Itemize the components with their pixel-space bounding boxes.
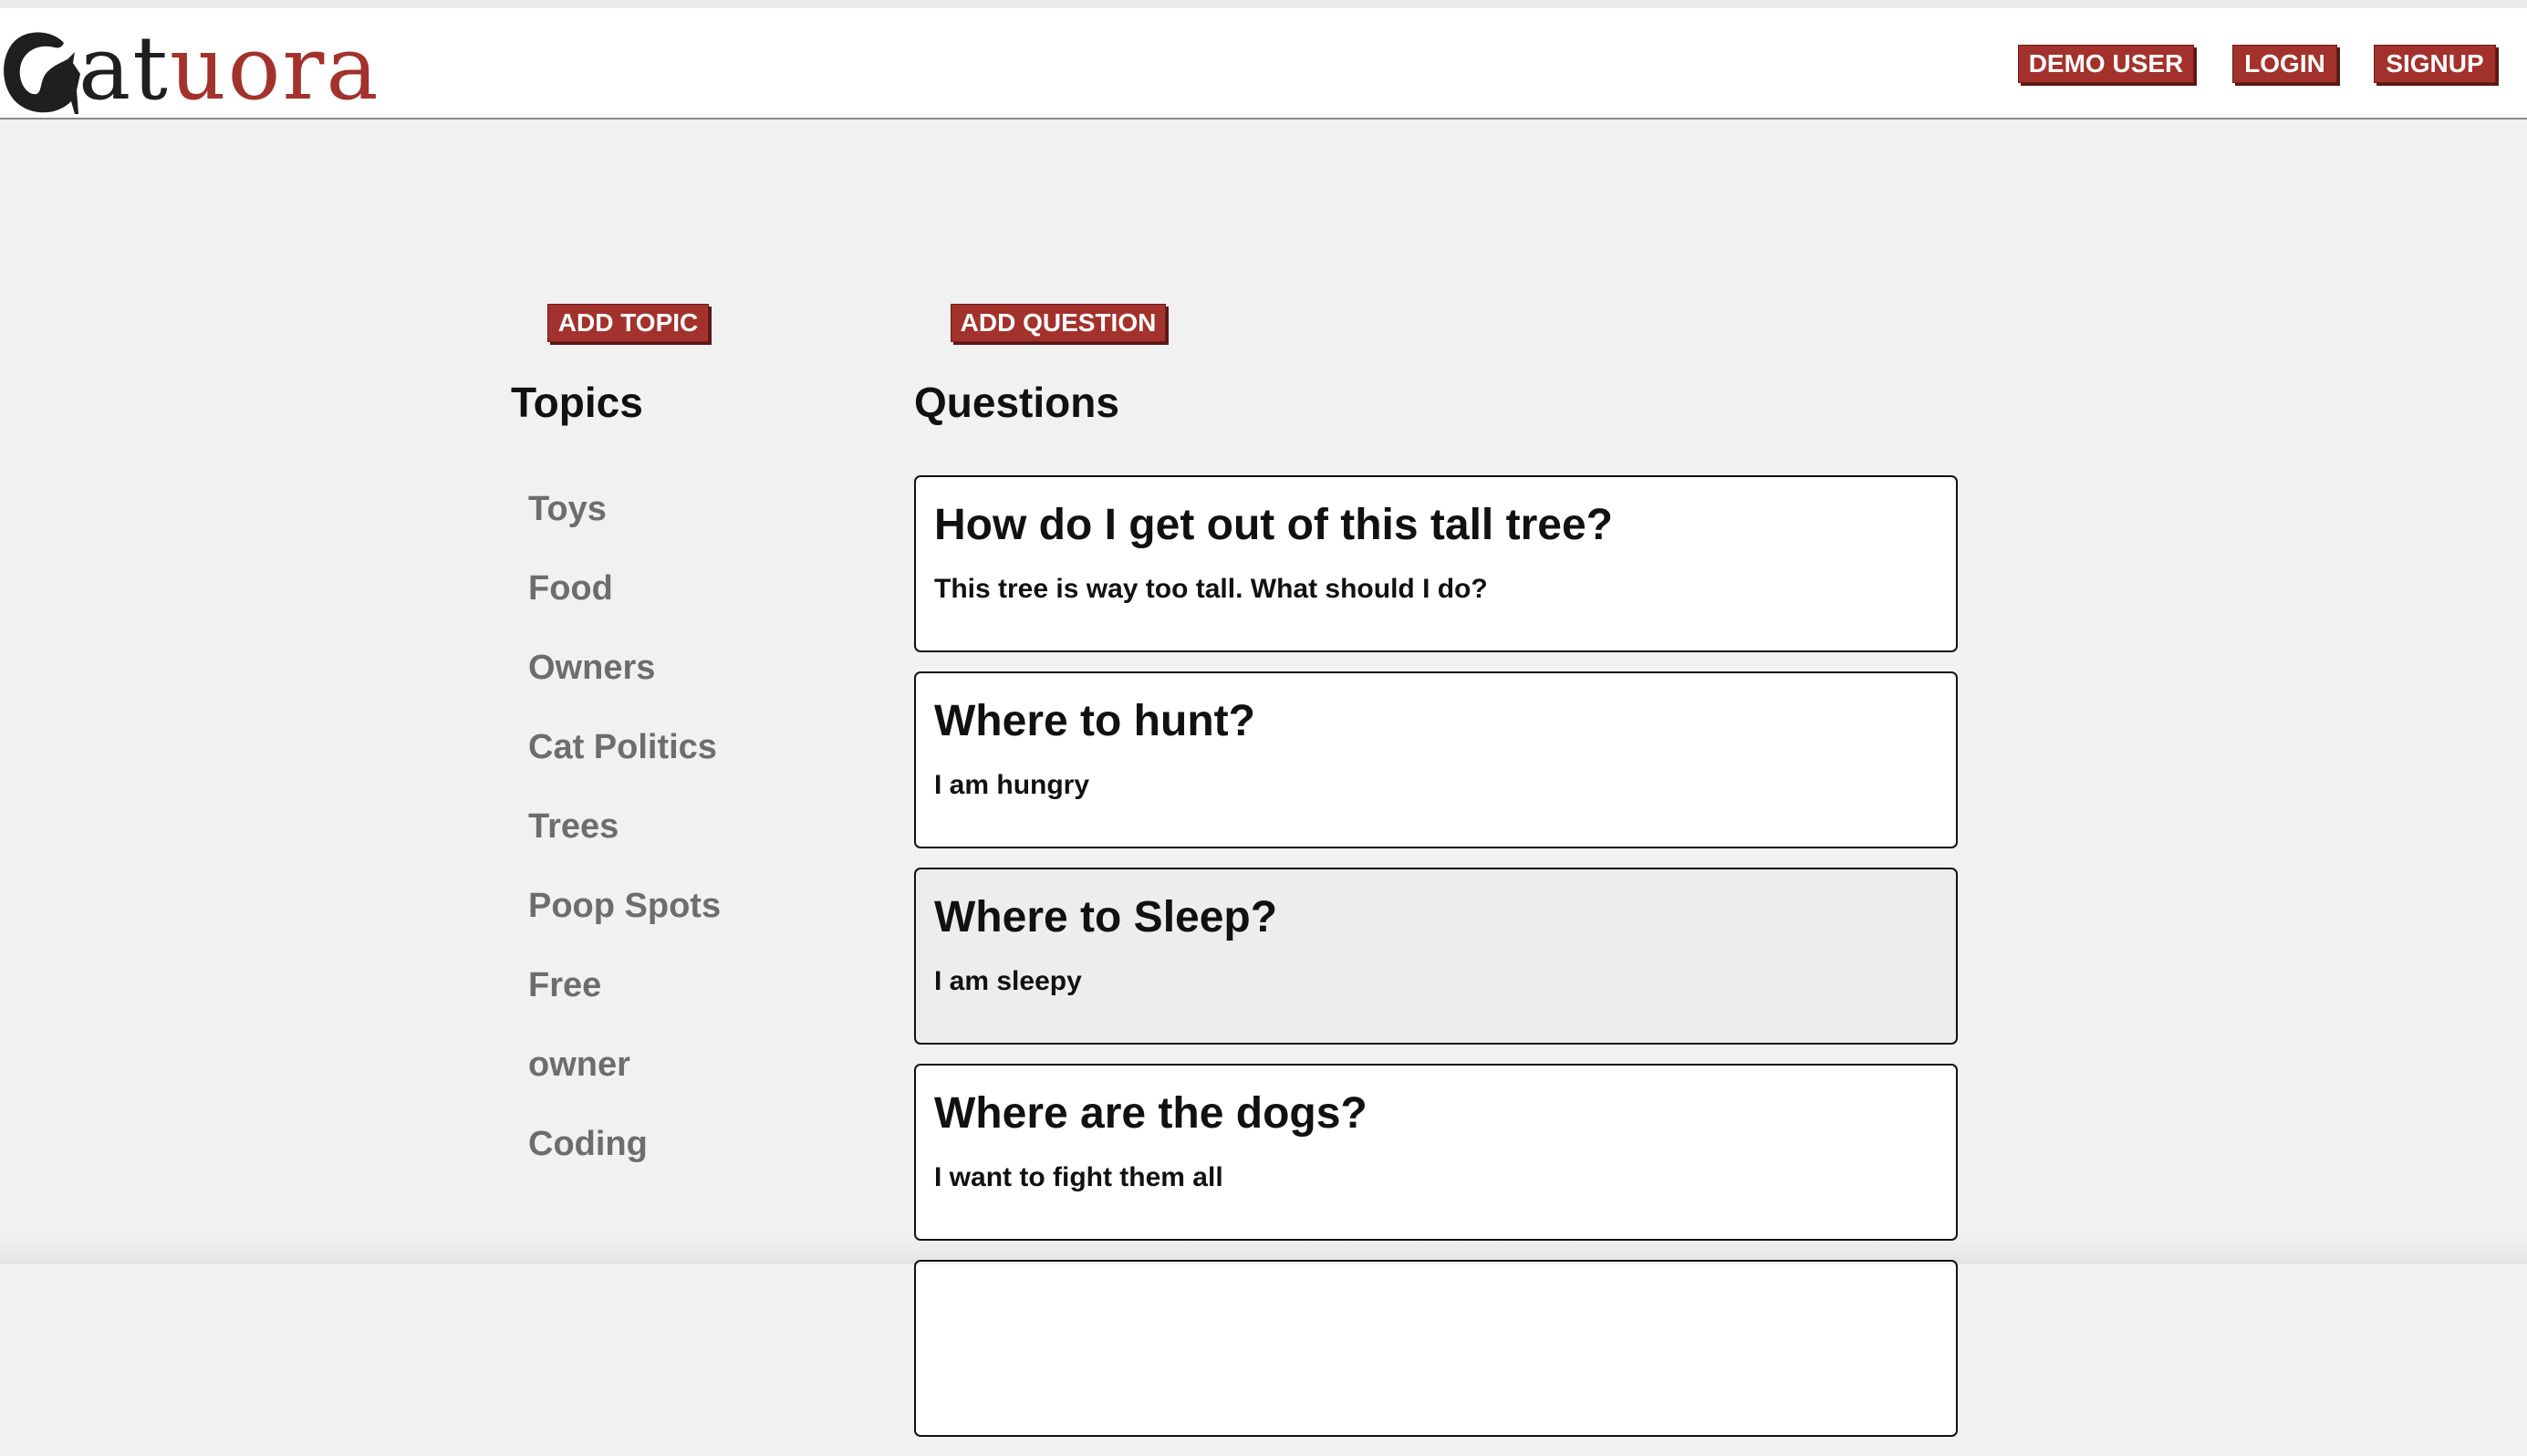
question-body: I am hungry bbox=[934, 770, 1090, 800]
demo-user-button[interactable]: DEMO USER bbox=[2018, 45, 2194, 83]
questions-heading: Questions bbox=[914, 379, 1119, 426]
question-card[interactable]: Where to hunt? I am hungry bbox=[914, 671, 1958, 848]
question-body: I want to fight them all bbox=[934, 1162, 1223, 1192]
topic-list: Toys Food Owners Cat Politics Trees Poop… bbox=[528, 484, 721, 1198]
cat-silhouette-icon bbox=[4, 32, 80, 114]
topic-item-free[interactable]: Free bbox=[528, 960, 721, 1039]
topic-item-coding[interactable]: Coding bbox=[528, 1118, 721, 1198]
navbar: atuora DEMO USER LOGIN SIGNUP bbox=[0, 8, 2527, 120]
topic-item-poop-spots[interactable]: Poop Spots bbox=[528, 880, 721, 960]
topic-item-trees[interactable]: Trees bbox=[528, 801, 721, 880]
logo-wordmark: atuora bbox=[78, 19, 380, 118]
topics-heading: Topics bbox=[511, 379, 643, 426]
login-button[interactable]: LOGIN bbox=[2232, 45, 2337, 83]
question-body: This tree is way too tall. What should I… bbox=[934, 574, 1488, 604]
question-list: How do I get out of this tall tree? This… bbox=[914, 475, 1958, 1456]
logo-text-dark: at bbox=[78, 17, 170, 120]
question-title: How do I get out of this tall tree? bbox=[934, 501, 1613, 549]
question-card-partial[interactable] bbox=[914, 1260, 1958, 1437]
topic-item-toys[interactable]: Toys bbox=[528, 484, 721, 563]
question-card[interactable]: Where are the dogs? I want to fight them… bbox=[914, 1064, 1958, 1241]
question-title: Where to Sleep? bbox=[934, 893, 1278, 941]
topic-item-owners[interactable]: Owners bbox=[528, 642, 721, 722]
topic-item-owner[interactable]: owner bbox=[528, 1039, 721, 1118]
catuora-logo[interactable]: atuora bbox=[0, 17, 383, 118]
topic-item-food[interactable]: Food bbox=[528, 563, 721, 642]
question-body: I am sleepy bbox=[934, 966, 1082, 996]
logo-text-red: uora bbox=[169, 17, 380, 120]
browser-top-strip bbox=[0, 0, 2527, 8]
question-title: Where to hunt? bbox=[934, 697, 1255, 745]
signup-button[interactable]: SIGNUP bbox=[2374, 45, 2496, 83]
add-question-button[interactable]: ADD QUESTION bbox=[951, 304, 1166, 342]
question-card[interactable]: Where to Sleep? I am sleepy bbox=[914, 868, 1958, 1045]
add-topic-button[interactable]: ADD TOPIC bbox=[547, 304, 709, 342]
question-card[interactable]: How do I get out of this tall tree? This… bbox=[914, 475, 1958, 652]
question-title: Where are the dogs? bbox=[934, 1089, 1367, 1138]
topic-item-cat-politics[interactable]: Cat Politics bbox=[528, 722, 721, 801]
